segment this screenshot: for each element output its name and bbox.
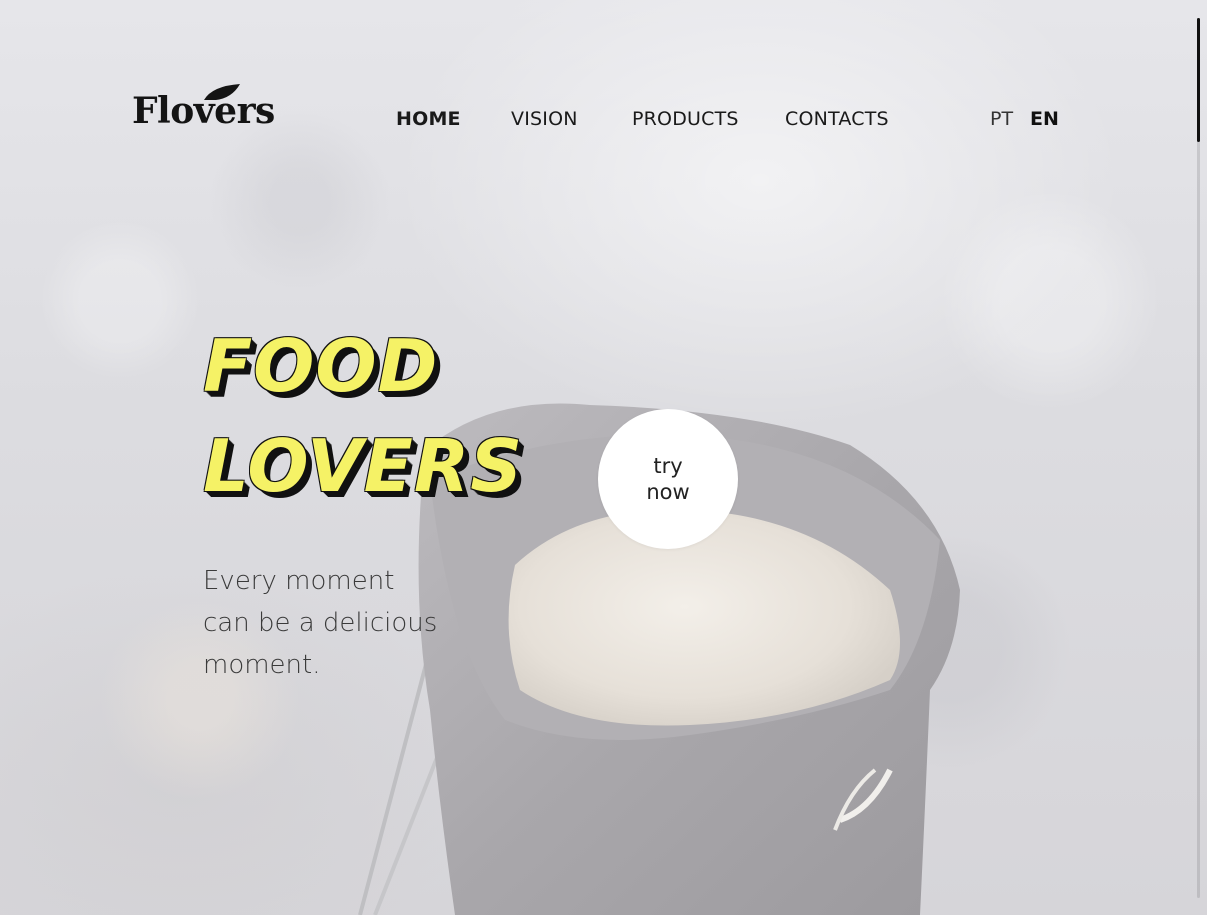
subtext-line-2: can be a delicious — [203, 608, 438, 638]
hero-section: Flovers HOME VISION PRODUCTS CONTACTS PT… — [0, 0, 1207, 915]
language-en[interactable]: EN — [1030, 108, 1059, 130]
headline-line-2: LOVERS — [203, 424, 524, 508]
nav-item-home[interactable]: HOME — [396, 108, 461, 130]
scrollbar-track[interactable] — [1197, 18, 1200, 898]
brand-logo[interactable]: Flovers — [132, 82, 282, 138]
nav-item-products[interactable]: PRODUCTS — [632, 108, 739, 130]
hero-headline: FOOD LOVERS — [203, 316, 523, 516]
nav-item-contacts[interactable]: CONTACTS — [785, 108, 889, 130]
try-now-label-line-1: try — [653, 454, 683, 478]
nav-item-vision[interactable]: VISION — [511, 108, 578, 130]
headline-line-1: FOOD — [203, 324, 439, 408]
hero-subtext: Every moment can be a delicious moment. — [203, 560, 463, 686]
logo-text: Flovers — [132, 90, 275, 132]
try-now-button[interactable]: try now — [598, 409, 738, 549]
subtext-line-3: moment. — [203, 650, 321, 680]
subtext-line-1: Every moment — [203, 566, 395, 596]
scrollbar-thumb[interactable] — [1197, 18, 1200, 142]
try-now-label-line-2: now — [646, 480, 690, 504]
language-pt[interactable]: PT — [990, 108, 1013, 130]
